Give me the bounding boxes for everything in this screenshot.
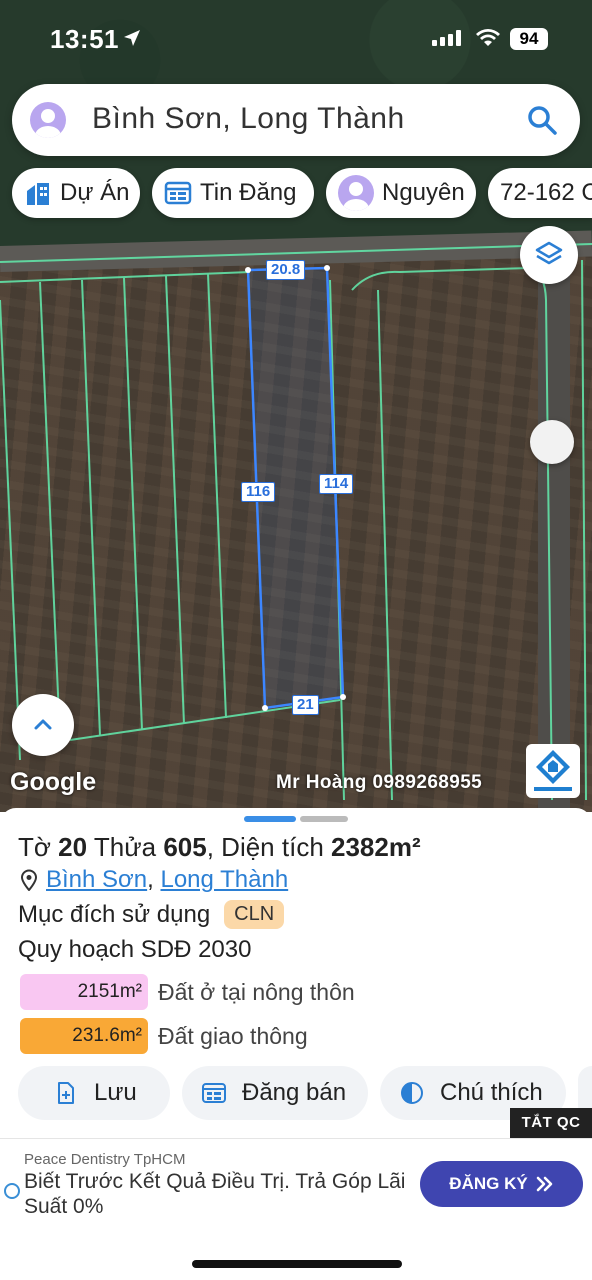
- land-use-row: Mục đích sử dụng CLN: [18, 900, 285, 929]
- chip-nguyen[interactable]: Nguyên: [326, 168, 476, 218]
- battery-indicator: 94: [510, 28, 548, 50]
- land-use-badge: CLN: [224, 900, 285, 929]
- parcel-label: Thửa: [93, 832, 157, 862]
- status-time: 13:51: [50, 24, 119, 54]
- layers-icon: [535, 241, 563, 265]
- listing-icon: [164, 181, 192, 205]
- add-file-icon: [58, 1082, 74, 1104]
- parcel-number: 605: [163, 832, 207, 862]
- wifi-icon: [476, 29, 500, 46]
- planning-title: Quy hoạch SDĐ 2030: [18, 936, 252, 963]
- location-separator: ,: [147, 866, 161, 893]
- opacity-slider-knob[interactable]: [530, 420, 574, 464]
- district-link[interactable]: Long Thành: [160, 866, 288, 893]
- user-avatar[interactable]: [30, 102, 66, 138]
- save-button[interactable]: Lưu: [18, 1066, 170, 1120]
- zone-label: Đất ở tại nông thôn: [158, 978, 355, 1005]
- avatar-person-icon: [343, 182, 369, 211]
- brand-logo-icon: [534, 750, 572, 791]
- ad-info-icon[interactable]: [4, 1183, 20, 1199]
- google-logo: Google: [10, 768, 97, 796]
- location-row: Bình Sơn, Long Thành: [20, 866, 288, 894]
- ad-source: Peace Dentistry TpHCM: [24, 1151, 186, 1168]
- zone-area: 2151m²: [20, 974, 148, 1010]
- zone-row: 231.6m² Đất giao thông: [20, 1018, 308, 1054]
- chip-label: Dự Án: [60, 179, 130, 206]
- brand-logo: [526, 744, 580, 798]
- parcel-title: Tờ 20 Thửa 605, Diện tích 2382m²: [18, 832, 421, 863]
- half-circle-icon: [401, 1082, 423, 1104]
- chip-label: Nguyên: [382, 179, 465, 206]
- search-icon[interactable]: [526, 104, 558, 136]
- search-query-text[interactable]: Bình Sơn, Long Thành: [92, 102, 405, 136]
- dimension-left-label: 116: [241, 482, 276, 502]
- ad-banner[interactable]: Peace Dentistry TpHCM Biết Trước Kết Quả…: [0, 1138, 592, 1226]
- chip-label: 72-162 C: [500, 179, 592, 206]
- zone-area: 231.6m²: [20, 1018, 148, 1054]
- expand-up-button[interactable]: [12, 694, 74, 756]
- chip-du-an[interactable]: Dự Án: [12, 168, 140, 218]
- dimension-bottom-label: 21: [292, 695, 319, 715]
- cellular-signal-icon: [432, 30, 461, 46]
- map-view[interactable]: 20.8 116 114 21 13:51 94 Bình Sơn, Long …: [0, 0, 592, 812]
- chip-72-162[interactable]: 72-162 C: [488, 168, 592, 218]
- building-icon: [27, 183, 49, 205]
- legend-button-label: Chú thích: [440, 1079, 543, 1106]
- dimension-right-label: 114: [319, 474, 354, 494]
- sheet-number: 20: [58, 832, 88, 862]
- ad-text: Biết Trước Kết Quả Điều Trị. Trả Góp Lãi…: [24, 1170, 406, 1218]
- avatar-person-icon: [35, 109, 61, 138]
- zone-label: Đất giao thông: [158, 1022, 308, 1049]
- home-indicator[interactable]: [192, 1260, 402, 1268]
- layers-button[interactable]: [520, 226, 578, 284]
- land-use-label: Mục đích sử dụng: [18, 900, 211, 928]
- chip-label: Tin Đăng: [200, 179, 297, 206]
- zone-row: 2151m² Đất ở tại nông thôn: [20, 974, 355, 1010]
- watermark-text: Mr Hoàng 0989268955: [276, 772, 483, 793]
- location-arrow-icon: [124, 30, 140, 46]
- commune-link[interactable]: Bình Sơn: [46, 866, 147, 893]
- parcel-area: 2382m²: [331, 832, 421, 862]
- register-button[interactable]: ĐĂNG KÝ: [420, 1161, 583, 1207]
- title-comma: ,: [206, 832, 214, 862]
- listing-icon: [202, 1083, 226, 1103]
- dimension-top-label: 20.8: [266, 260, 306, 280]
- sheet-label: Tờ: [18, 832, 51, 862]
- sheet-handle-active[interactable]: [244, 816, 296, 822]
- chip-tin-dang[interactable]: Tin Đăng: [152, 168, 314, 218]
- sheet-handle[interactable]: [300, 816, 348, 822]
- post-for-sale-button[interactable]: Đăng bán: [182, 1066, 368, 1120]
- save-button-label: Lưu: [94, 1079, 137, 1106]
- register-button-label: ĐĂNG KÝ: [449, 1174, 528, 1193]
- hide-ads-button[interactable]: TẮT QC: [510, 1108, 592, 1138]
- chevron-up-icon: [34, 719, 52, 730]
- double-chevron-right-icon: [536, 1176, 553, 1192]
- parcel-info-sheet: Tờ 20 Thửa 605, Diện tích 2382m² Bình Sơ…: [0, 808, 592, 1128]
- area-label: Diện tích: [221, 832, 324, 862]
- post-button-label: Đăng bán: [242, 1079, 347, 1106]
- search-bar[interactable]: Bình Sơn, Long Thành: [12, 84, 580, 156]
- avatar: [338, 175, 374, 211]
- status-bar: 13:51 94: [0, 0, 592, 80]
- map-pin-icon: [20, 869, 38, 891]
